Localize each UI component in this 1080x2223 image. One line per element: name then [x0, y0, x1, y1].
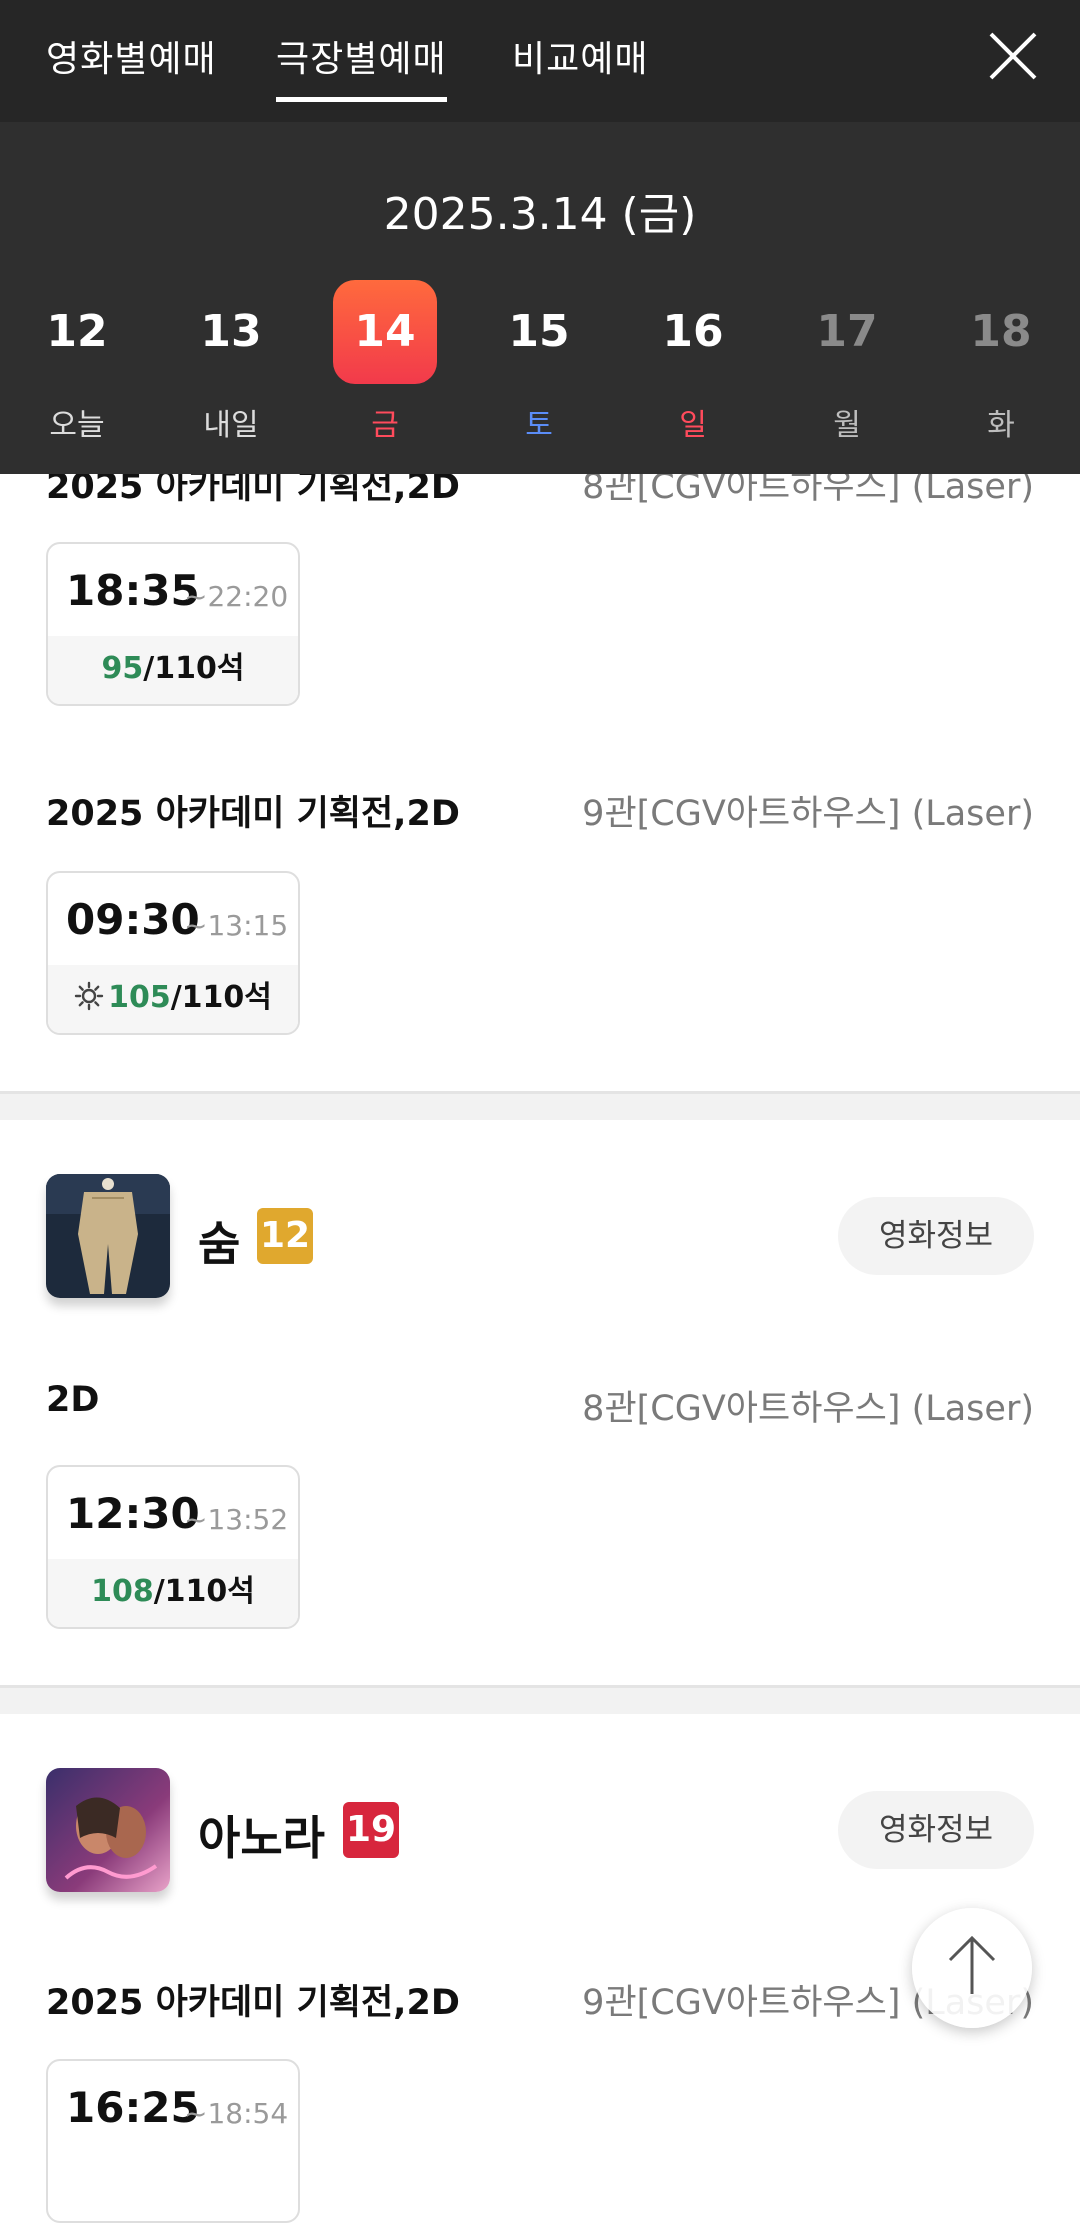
day-number: 14 — [333, 280, 437, 384]
day-number: 17 — [816, 306, 878, 357]
sun-icon — [74, 981, 104, 1011]
scroll-to-top-button[interactable] — [912, 1908, 1032, 2028]
day-16[interactable]: 16 일 — [641, 280, 745, 443]
schedule-title: 2025 아카데미 기획전,2D — [46, 794, 460, 834]
seats-left: 105 — [108, 980, 171, 1015]
schedule-title: 2D — [46, 1380, 100, 1420]
section-divider — [0, 1685, 1080, 1714]
day-label: 토 — [525, 408, 553, 443]
seat-count: 108/110석 — [48, 1559, 298, 1627]
showtime-button[interactable]: 16:25 ~18:54 — [46, 2059, 300, 2223]
schedule-hall: 8관[CGV아트하우스] (Laser) — [582, 1389, 1034, 1429]
day-number: 13 — [200, 306, 262, 357]
day-number: 18 — [970, 306, 1032, 357]
seats-left: 108 — [91, 1574, 154, 1609]
seat-count: 95/110석 — [48, 636, 298, 704]
movie-info-button[interactable]: 영화정보 — [838, 1197, 1034, 1275]
tab-compare[interactable]: 비교예매 — [512, 30, 648, 82]
tab-by-theater[interactable]: 극장별예매 — [276, 30, 447, 102]
showtime-end: ~13:52 — [184, 1503, 289, 1536]
movie-poster[interactable] — [46, 1174, 170, 1298]
seats-left: 95 — [101, 651, 144, 686]
showtime-start: 18:35 — [66, 566, 200, 615]
showtime-end: ~22:20 — [184, 580, 289, 613]
showtime-button[interactable]: 18:35 ~22:20 95/110석 — [46, 542, 300, 706]
showtime-button[interactable]: 12:30 ~13:52 108/110석 — [46, 1465, 300, 1629]
age-rating-badge: 19 — [343, 1802, 399, 1858]
day-14[interactable]: 14 금 — [333, 280, 437, 443]
movie-poster[interactable] — [46, 1768, 170, 1892]
movie-title: 숨 — [198, 1217, 241, 1271]
seats-total: /110석 — [153, 1574, 255, 1609]
age-rating-badge: 12 — [257, 1208, 313, 1264]
showtime-end: ~13:15 — [184, 909, 289, 942]
day-label: 월 — [833, 408, 861, 443]
day-label: 오늘 — [49, 408, 105, 443]
day-label: 금 — [371, 408, 399, 443]
close-icon — [989, 32, 1037, 80]
booking-tabs: 영화별예매 극장별예매 비교예매 — [0, 0, 1080, 122]
day-label: 화 — [987, 408, 1015, 443]
arrow-up-icon — [948, 1935, 996, 1994]
date-picker-header: 영화별예매 극장별예매 비교예매 2025.3.14 (금) 12 오늘 13 … — [0, 0, 1080, 474]
day-15[interactable]: 15 토 — [487, 280, 591, 443]
showtime-start: 09:30 — [66, 895, 200, 944]
section-divider — [0, 1091, 1080, 1120]
day-label: 내일 — [203, 408, 259, 443]
seats-total: /110석 — [170, 980, 272, 1015]
close-button[interactable] — [985, 28, 1041, 84]
movie-info-button[interactable]: 영화정보 — [838, 1791, 1034, 1869]
showtime-end: ~18:54 — [184, 2097, 289, 2130]
day-12[interactable]: 12 오늘 — [25, 280, 129, 443]
day-17[interactable]: 17 월 — [795, 280, 899, 443]
schedule-title: 2025 아카데미 기획전,2D — [46, 1983, 460, 2023]
day-number: 16 — [662, 306, 724, 357]
showtime-start: 12:30 — [66, 1489, 200, 1538]
day-13[interactable]: 13 내일 — [179, 280, 283, 443]
selected-date: 2025.3.14 (금) — [383, 189, 697, 240]
day-number: 15 — [508, 306, 570, 357]
day-number: 12 — [46, 306, 108, 357]
seats-total: /110석 — [143, 651, 245, 686]
day-18[interactable]: 18 화 — [949, 280, 1053, 443]
showtime-start: 16:25 — [66, 2083, 200, 2132]
day-label: 일 — [679, 408, 707, 443]
seat-count: 105/110석 — [48, 965, 298, 1033]
schedule-hall: 9관[CGV아트하우스] (Laser) — [582, 794, 1034, 834]
movie-title: 아노라 — [198, 1811, 325, 1865]
tab-by-movie[interactable]: 영화별예매 — [46, 30, 217, 82]
showtime-button[interactable]: 09:30 ~13:15 105/110석 — [46, 871, 300, 1035]
